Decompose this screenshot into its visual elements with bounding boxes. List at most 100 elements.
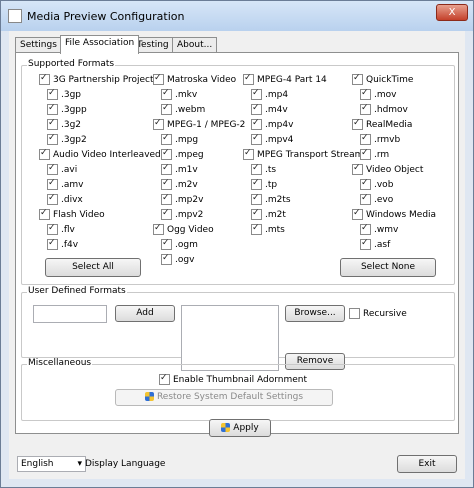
format-checkbox-box[interactable]: [153, 223, 164, 235]
language-dropdown[interactable]: English ▾: [17, 456, 86, 472]
format-checkbox[interactable]: .mp4v: [251, 118, 293, 130]
format-checkbox[interactable]: .mpeg: [161, 148, 204, 160]
format-checkbox-box[interactable]: [153, 73, 164, 85]
format-checkbox-box[interactable]: [352, 73, 363, 85]
format-checkbox-box[interactable]: [360, 148, 371, 160]
select-all-button[interactable]: Select All: [45, 258, 141, 277]
format-checkbox[interactable]: .ogv: [161, 253, 194, 265]
format-checkbox-box[interactable]: [39, 148, 50, 160]
format-checkbox[interactable]: .ts: [251, 163, 276, 175]
format-checkbox[interactable]: .m2ts: [251, 193, 291, 205]
close-button[interactable]: X: [436, 4, 468, 21]
select-none-button[interactable]: Select None: [340, 258, 436, 277]
exit-button[interactable]: Exit: [397, 455, 457, 473]
format-checkbox-box[interactable]: [161, 178, 172, 190]
format-checkbox[interactable]: .mts: [251, 223, 285, 235]
format-checkbox-box[interactable]: [161, 163, 172, 175]
format-checkbox-box[interactable]: [251, 223, 262, 235]
format-checkbox[interactable]: Matroska Video: [153, 73, 236, 85]
format-checkbox[interactable]: MPEG Transport Stream: [243, 148, 363, 160]
format-checkbox-box[interactable]: [251, 133, 262, 145]
format-checkbox[interactable]: .mpv2: [161, 208, 203, 220]
format-checkbox[interactable]: .mp2v: [161, 193, 203, 205]
format-checkbox[interactable]: .asf: [360, 238, 390, 250]
add-button[interactable]: Add: [115, 305, 175, 322]
format-checkbox[interactable]: .ogm: [161, 238, 198, 250]
format-checkbox-box[interactable]: [251, 193, 262, 205]
tab-settings[interactable]: Settings: [15, 37, 62, 53]
format-checkbox-box[interactable]: [360, 223, 371, 235]
format-checkbox[interactable]: 3G Partnership Project: [39, 73, 154, 85]
format-checkbox[interactable]: .m4v: [251, 103, 288, 115]
browse-button[interactable]: Browse...: [285, 305, 345, 322]
format-checkbox-box[interactable]: [251, 103, 262, 115]
format-checkbox[interactable]: .rmvb: [360, 133, 400, 145]
format-checkbox-box[interactable]: [251, 88, 262, 100]
format-checkbox-box[interactable]: [360, 103, 371, 115]
format-checkbox-box[interactable]: [360, 133, 371, 145]
format-checkbox[interactable]: .mkv: [161, 88, 197, 100]
format-checkbox[interactable]: .webm: [161, 103, 205, 115]
format-checkbox[interactable]: .divx: [47, 193, 83, 205]
format-checkbox-box[interactable]: [161, 193, 172, 205]
format-checkbox-box[interactable]: [161, 208, 172, 220]
format-checkbox-box[interactable]: [47, 193, 58, 205]
format-checkbox-box[interactable]: [47, 238, 58, 250]
apply-button[interactable]: Apply: [209, 419, 271, 437]
format-checkbox[interactable]: RealMedia: [352, 118, 412, 130]
format-checkbox[interactable]: .mpv4: [251, 133, 293, 145]
format-checkbox-box[interactable]: [161, 253, 172, 265]
format-checkbox-box[interactable]: [161, 148, 172, 160]
format-checkbox-box[interactable]: [251, 178, 262, 190]
format-checkbox[interactable]: .tp: [251, 178, 277, 190]
format-checkbox[interactable]: .amv: [47, 178, 83, 190]
format-checkbox[interactable]: Windows Media: [352, 208, 436, 220]
format-checkbox[interactable]: .3gpp: [47, 103, 87, 115]
thumbnail-adornment-box[interactable]: [159, 373, 170, 385]
format-checkbox-box[interactable]: [352, 118, 363, 130]
tab-file-association[interactable]: File Association: [60, 35, 140, 54]
format-checkbox[interactable]: .avi: [47, 163, 77, 175]
format-checkbox-box[interactable]: [161, 133, 172, 145]
format-checkbox[interactable]: .vob: [360, 178, 393, 190]
format-checkbox-box[interactable]: [161, 88, 172, 100]
format-checkbox[interactable]: .m1v: [161, 163, 198, 175]
format-checkbox[interactable]: .mpg: [161, 133, 198, 145]
format-checkbox-box[interactable]: [39, 208, 50, 220]
format-checkbox-box[interactable]: [352, 163, 363, 175]
thumbnail-adornment-checkbox[interactable]: Enable Thumbnail Adornment: [159, 373, 307, 385]
format-checkbox-box[interactable]: [360, 238, 371, 250]
format-checkbox[interactable]: .evo: [360, 193, 393, 205]
format-checkbox[interactable]: Audio Video Interleaved: [39, 148, 161, 160]
format-checkbox[interactable]: .flv: [47, 223, 75, 235]
format-checkbox-box[interactable]: [47, 118, 58, 130]
format-checkbox[interactable]: .mp4: [251, 88, 288, 100]
format-checkbox[interactable]: Flash Video: [39, 208, 105, 220]
recursive-checkbox-box[interactable]: [349, 308, 360, 319]
format-checkbox[interactable]: MPEG-1 / MPEG-2: [153, 118, 245, 130]
formats-list[interactable]: [181, 305, 279, 371]
format-checkbox-box[interactable]: [251, 118, 262, 130]
format-checkbox-box[interactable]: [47, 178, 58, 190]
format-checkbox-box[interactable]: [47, 88, 58, 100]
format-checkbox[interactable]: .3gp: [47, 88, 81, 100]
format-checkbox-box[interactable]: [153, 118, 164, 130]
format-checkbox[interactable]: .wmv: [360, 223, 398, 235]
format-checkbox[interactable]: .hdmov: [360, 103, 408, 115]
format-checkbox[interactable]: MPEG-4 Part 14: [243, 73, 327, 85]
format-checkbox[interactable]: Ogg Video: [153, 223, 214, 235]
format-checkbox[interactable]: .m2t: [251, 208, 286, 220]
format-checkbox-box[interactable]: [47, 133, 58, 145]
format-checkbox-box[interactable]: [352, 208, 363, 220]
format-checkbox[interactable]: Video Object: [352, 163, 423, 175]
format-checkbox-box[interactable]: [47, 163, 58, 175]
format-checkbox[interactable]: .3g2: [47, 118, 81, 130]
format-checkbox-box[interactable]: [243, 73, 254, 85]
format-checkbox-box[interactable]: [243, 148, 254, 160]
format-input[interactable]: [33, 305, 107, 323]
tab-about[interactable]: About...: [172, 37, 218, 53]
format-checkbox-box[interactable]: [360, 178, 371, 190]
format-checkbox-box[interactable]: [161, 103, 172, 115]
recursive-checkbox[interactable]: Recursive: [349, 308, 407, 319]
format-checkbox[interactable]: .m2v: [161, 178, 198, 190]
